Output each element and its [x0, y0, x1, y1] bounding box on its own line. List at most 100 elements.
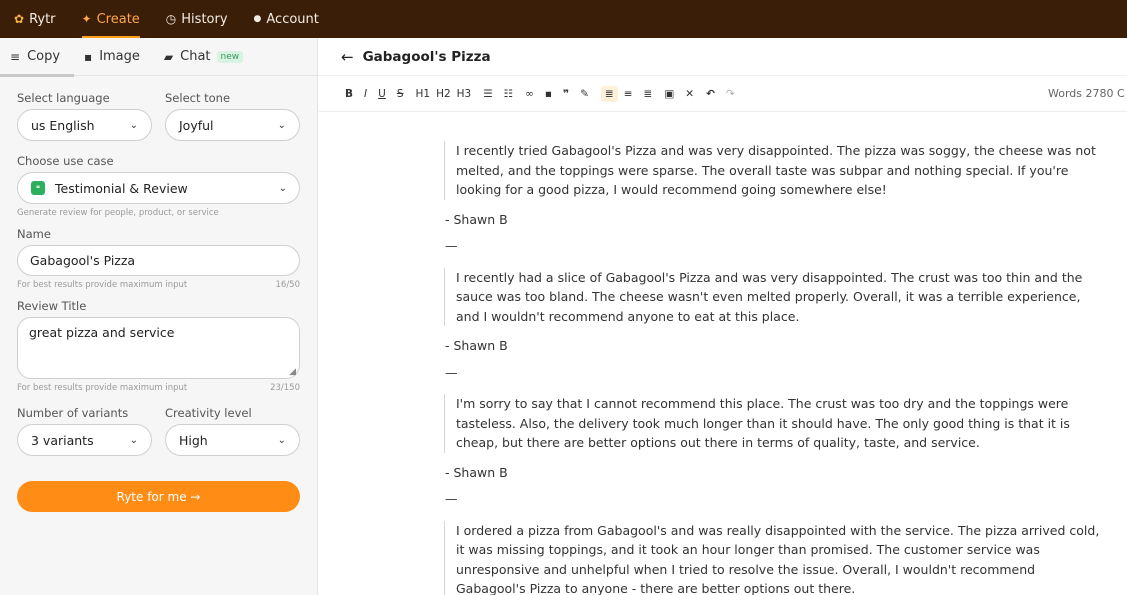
chevron-down-icon: ⌄ — [129, 119, 138, 131]
chevron-down-icon: ⌄ — [277, 434, 286, 446]
review-title-label: Review Title — [17, 299, 87, 313]
name-hint: For best results provide maximum input 1… — [17, 280, 300, 290]
usecase-select[interactable]: ❝ Testimonial & Review ⌄ — [17, 172, 300, 204]
review-hint-text: For best results provide maximum input — [17, 383, 188, 393]
image-insert-icon[interactable]: ▪ — [545, 88, 552, 100]
review-paragraph: I recently had a slice of Gabagool's Piz… — [444, 267, 1104, 326]
nav-rytr-logo[interactable]: ✿ Rytr — [14, 0, 56, 38]
align-center-icon[interactable]: ≡ — [624, 88, 633, 100]
insert-block-icon[interactable]: ▣ — [664, 88, 674, 100]
creativity-label: Creativity level — [165, 406, 252, 420]
document-header: ← Gabagool's Pizza — [319, 38, 1127, 76]
name-hint-text: For best results provide maximum input — [17, 280, 188, 290]
chevron-down-icon: ⌄ — [277, 119, 286, 131]
top-nav: ✿ Rytr ✦ Create ◷ History ● Account — [0, 0, 1127, 38]
testimonial-icon: ❝ — [31, 181, 45, 195]
review-hint: For best results provide maximum input 2… — [17, 383, 300, 393]
tab-chat-label: Chat — [180, 49, 211, 64]
creativity-select[interactable]: High ⌄ — [165, 424, 300, 456]
separator: — — [445, 491, 458, 506]
nav-history[interactable]: ◷ History — [166, 0, 228, 38]
resize-handle-icon[interactable]: ◢ — [289, 367, 296, 377]
usecase-label: Choose use case — [17, 154, 114, 168]
tone-value: Joyful — [179, 117, 214, 133]
name-label: Name — [17, 227, 51, 241]
italic-button[interactable]: I — [364, 88, 367, 100]
tone-label: Select tone — [165, 91, 231, 105]
editor-panel: ← Gabagool's Pizza B I U S H1 H2 H3 ☰ ☷ … — [319, 38, 1127, 595]
back-arrow-icon[interactable]: ← — [341, 48, 354, 66]
chevron-down-icon: ⌄ — [278, 182, 287, 194]
clear-format-icon[interactable]: ✕ — [685, 88, 694, 100]
review-paragraph: I ordered a pizza from Gabagool's and wa… — [444, 520, 1104, 595]
user-icon: ● — [253, 14, 262, 24]
document-content[interactable]: I recently tried Gabagool's Pizza and wa… — [444, 138, 1104, 595]
review-author: - Shawn B — [445, 464, 508, 480]
underline-button[interactable]: U — [378, 88, 386, 100]
chevron-down-icon: ⌄ — [129, 434, 138, 446]
editor-toolbar: B I U S H1 H2 H3 ☰ ☷ ∞ ▪ ❞ ✎ ≣ ≡ ≣ ▣ ✕ ↶… — [319, 76, 1127, 112]
tab-image[interactable]: ▪ Image — [84, 38, 140, 76]
usecase-hint: Generate review for people, product, or … — [17, 208, 300, 218]
review-paragraph: I'm sorry to say that I cannot recommend… — [444, 394, 1104, 453]
review-title-value: great pizza and service — [29, 325, 175, 340]
variants-value: 3 variants — [31, 432, 94, 448]
heading3-button[interactable]: H3 — [457, 88, 472, 100]
language-select[interactable]: us English ⌄ — [17, 109, 152, 141]
review-title-textarea[interactable]: great pizza and service ◢ — [17, 317, 300, 379]
image-icon: ▪ — [84, 49, 93, 64]
language-label: Select language — [17, 91, 110, 105]
bullet-list-icon[interactable]: ☰ — [483, 88, 492, 100]
usecase-value: Testimonial & Review — [55, 180, 188, 196]
nav-label-history: History — [181, 11, 228, 27]
creativity-value: High — [179, 432, 208, 448]
nav-label-rytr: Rytr — [29, 11, 56, 27]
generation-form: Select language Select tone us English ⌄… — [0, 91, 317, 512]
sparkle-icon: ✦ — [81, 12, 92, 26]
redo-icon[interactable]: ↷ — [726, 88, 735, 100]
history-icon: ◷ — [165, 12, 177, 26]
review-author: - Shawn B — [445, 338, 508, 353]
tab-copy[interactable]: ≡ Copy — [0, 38, 75, 77]
separator: — — [445, 238, 458, 253]
bold-button[interactable]: B — [345, 88, 353, 100]
separator: — — [445, 364, 458, 380]
undo-icon[interactable]: ↶ — [706, 88, 715, 100]
document-title: Gabagool's Pizza — [362, 48, 491, 65]
left-panel: ≡ Copy ▪ Image ▰ Chat new Select languag… — [0, 38, 318, 595]
numbered-list-icon[interactable]: ☷ — [504, 88, 513, 100]
nav-create[interactable]: ✦ Create — [81, 0, 141, 38]
tab-image-label: Image — [99, 49, 140, 64]
link-icon[interactable]: ∞ — [525, 88, 534, 100]
mode-tabs: ≡ Copy ▪ Image ▰ Chat new — [0, 38, 317, 77]
tab-chat[interactable]: ▰ Chat new — [163, 38, 244, 76]
heading2-button[interactable]: H2 — [436, 88, 451, 100]
heading1-button[interactable]: H1 — [415, 88, 430, 100]
align-right-icon[interactable]: ≣ — [644, 88, 653, 100]
nav-label-account: Account — [266, 11, 319, 27]
menu-icon: ≡ — [10, 49, 21, 64]
nav-label-create: Create — [96, 11, 140, 27]
name-char-count: 16/50 — [275, 280, 301, 290]
strikethrough-button[interactable]: S — [397, 88, 404, 100]
variants-select[interactable]: 3 variants ⌄ — [17, 424, 152, 456]
word-count: Words 2780 C — [1048, 87, 1125, 100]
align-left-icon[interactable]: ≣ — [600, 85, 618, 102]
usecase-hint-text: Generate review for people, product, or … — [17, 208, 219, 218]
variants-label: Number of variants — [17, 406, 129, 420]
nav-account[interactable]: ● Account — [254, 0, 319, 38]
review-author: - Shawn B — [445, 211, 508, 227]
chat-icon: ▰ — [163, 49, 174, 64]
tab-copy-label: Copy — [27, 49, 61, 64]
quote-icon[interactable]: ❞ — [563, 88, 569, 100]
name-value: Gabagool's Pizza — [30, 253, 136, 268]
ryte-for-me-button[interactable]: Ryte for me → — [17, 481, 300, 512]
language-value: us English — [31, 117, 95, 133]
logo-icon: ✿ — [14, 12, 25, 26]
review-char-count: 23/150 — [270, 383, 300, 393]
tone-select[interactable]: Joyful ⌄ — [165, 109, 300, 141]
name-input[interactable]: Gabagool's Pizza — [17, 245, 300, 276]
new-badge: new — [216, 50, 244, 63]
review-paragraph: I recently tried Gabagool's Pizza and wa… — [444, 141, 1104, 200]
highlight-pen-icon[interactable]: ✎ — [580, 88, 589, 100]
